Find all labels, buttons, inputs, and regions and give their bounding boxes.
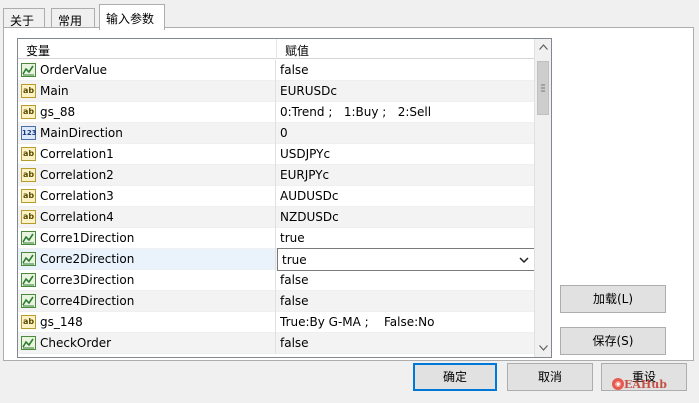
grid-rows: OrderValue false ab Main EURUSDc ab gs_88 0:Tre… — [18, 60, 536, 354]
table-row[interactable]: Corre2Direction true — [18, 248, 536, 271]
tab-panel-inputs: 变量 赋值 OrderValue false ab Main EURUSDc ab gs_8… — [3, 27, 694, 361]
table-row[interactable]: ab Correlation3 AUDUSDc — [18, 186, 536, 207]
param-name: Correlation4 — [40, 210, 114, 224]
param-name: Corre2Direction — [40, 252, 135, 266]
param-value[interactable]: false — [277, 60, 536, 81]
param-value[interactable]: 0 — [277, 123, 536, 144]
table-row[interactable]: ab gs_148 True:By G-MA ; False:No — [18, 312, 536, 333]
scroll-up-icon[interactable] — [535, 39, 551, 56]
string-type-icon: ab — [21, 315, 36, 329]
string-type-icon: ab — [21, 84, 36, 98]
param-name-cell[interactable]: Corre1Direction — [18, 228, 276, 249]
param-name-cell[interactable]: OrderValue — [18, 60, 276, 81]
ok-button[interactable]: 确定 — [413, 363, 497, 391]
table-row[interactable]: Corre3Direction false — [18, 270, 536, 291]
table-row[interactable]: ab Correlation2 EURJPYc — [18, 165, 536, 186]
boolean-type-icon — [21, 63, 36, 77]
param-name: gs_88 — [40, 105, 76, 119]
chevron-down-icon[interactable] — [519, 254, 529, 264]
table-row[interactable]: 123 MainDirection 0 — [18, 123, 536, 144]
param-value: true — [282, 253, 307, 267]
param-name: gs_148 — [40, 315, 83, 329]
value-dropdown[interactable]: true — [277, 248, 535, 271]
param-name: OrderValue — [40, 63, 108, 77]
param-name: CheckOrder — [40, 336, 112, 350]
parameters-grid: 变量 赋值 OrderValue false ab Main EURUSDc ab gs_8… — [17, 38, 552, 358]
param-name: Main — [40, 84, 69, 98]
vertical-scrollbar[interactable] — [534, 39, 551, 357]
param-name: Correlation2 — [40, 168, 114, 182]
save-button[interactable]: 保存(S) — [560, 327, 666, 355]
param-value[interactable]: 0:Trend ; 1:Buy ; 2:Sell — [277, 102, 536, 123]
table-row[interactable]: Corre4Direction false — [18, 291, 536, 312]
param-name: Corre4Direction — [40, 294, 135, 308]
table-row[interactable]: ab Correlation1 USDJPYc — [18, 144, 536, 165]
string-type-icon: ab — [21, 168, 36, 182]
param-name: Correlation1 — [40, 147, 114, 161]
column-header-variable[interactable]: 变量 — [18, 39, 277, 59]
param-name: Corre1Direction — [40, 231, 135, 245]
load-button[interactable]: 加载(L) — [560, 285, 666, 313]
param-value[interactable]: EURJPYc — [277, 165, 536, 186]
param-name: MainDirection — [40, 126, 123, 140]
table-row[interactable]: ab gs_88 0:Trend ; 1:Buy ; 2:Sell — [18, 102, 536, 123]
boolean-type-icon — [21, 294, 36, 308]
table-row[interactable]: OrderValue false — [18, 60, 536, 81]
param-value[interactable]: EURUSDc — [277, 81, 536, 102]
string-type-icon: ab — [21, 189, 36, 203]
scroll-down-icon[interactable] — [535, 340, 551, 357]
param-name-cell[interactable]: Corre2Direction — [18, 249, 276, 270]
string-type-icon: ab — [21, 210, 36, 224]
param-name-cell[interactable]: ab Correlation2 — [18, 165, 276, 186]
param-name-cell[interactable]: 123 MainDirection — [18, 123, 276, 144]
table-row[interactable]: Corre1Direction true — [18, 228, 536, 249]
param-value[interactable]: True:By G-MA ; False:No — [277, 312, 536, 333]
boolean-type-icon — [21, 231, 36, 245]
cancel-button[interactable]: 取消 — [507, 363, 593, 391]
column-header-value[interactable]: 赋值 — [277, 39, 536, 59]
string-type-icon: ab — [21, 147, 36, 161]
string-type-icon: ab — [21, 105, 36, 119]
boolean-type-icon — [21, 273, 36, 287]
number-type-icon: 123 — [21, 126, 37, 140]
watermark-text: EAHub — [624, 378, 668, 391]
param-name-cell[interactable]: CheckOrder — [18, 333, 276, 354]
boolean-type-icon — [21, 336, 36, 350]
param-name: Corre3Direction — [40, 273, 135, 287]
table-row[interactable]: ab Correlation4 NZDUSDc — [18, 207, 536, 228]
param-name: Correlation3 — [40, 189, 114, 203]
param-value[interactable]: false — [277, 333, 536, 354]
param-value[interactable]: NZDUSDc — [277, 207, 536, 228]
param-name-cell[interactable]: ab gs_148 — [18, 312, 276, 333]
param-name-cell[interactable]: ab Main — [18, 81, 276, 102]
boolean-type-icon — [21, 252, 36, 266]
param-name-cell[interactable]: Corre4Direction — [18, 291, 276, 312]
table-row[interactable]: CheckOrder false — [18, 333, 536, 354]
param-name-cell[interactable]: ab Correlation4 — [18, 207, 276, 228]
scrollbar-thumb[interactable] — [537, 61, 549, 115]
param-value[interactable]: false — [277, 291, 536, 312]
param-name-cell[interactable]: ab gs_88 — [18, 102, 276, 123]
param-value[interactable]: AUDUSDc — [277, 186, 536, 207]
grid-header: 变量 赋值 — [18, 39, 536, 59]
table-row[interactable]: ab Main EURUSDc — [18, 81, 536, 102]
tab-inputs[interactable]: 输入参数 — [99, 4, 165, 30]
param-value[interactable]: USDJPYc — [277, 144, 536, 165]
param-name-cell[interactable]: ab Correlation1 — [18, 144, 276, 165]
param-name-cell[interactable]: ab Correlation3 — [18, 186, 276, 207]
param-value[interactable]: false — [277, 270, 536, 291]
watermark-logo-icon: ◉ — [612, 378, 624, 390]
param-name-cell[interactable]: Corre3Direction — [18, 270, 276, 291]
param-value[interactable]: true — [277, 228, 536, 249]
